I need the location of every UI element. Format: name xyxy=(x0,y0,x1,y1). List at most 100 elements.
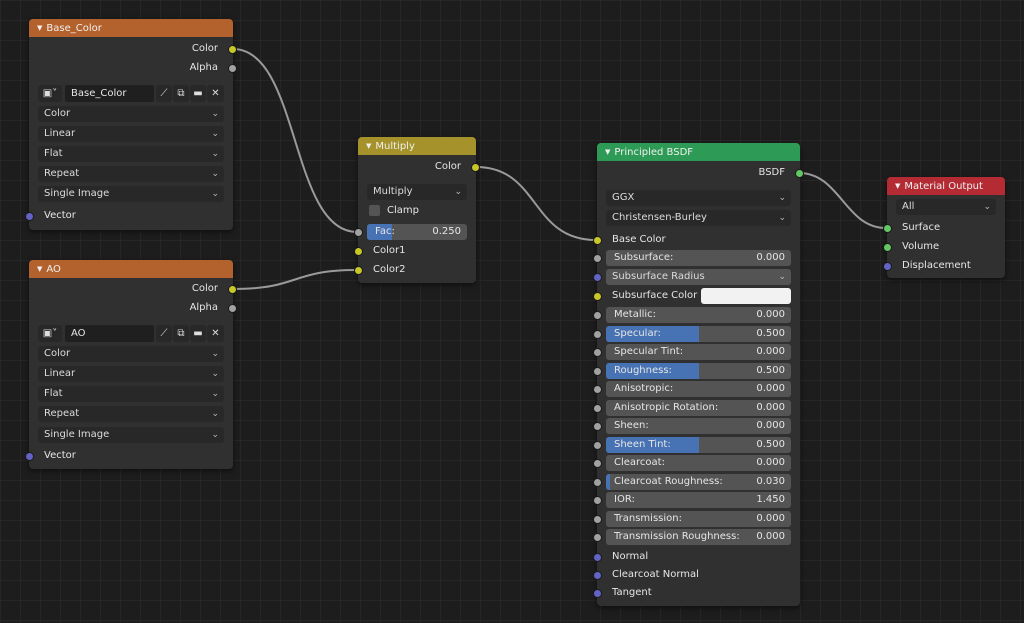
param-slider[interactable]: Anisotropic Rotation: 0.000 xyxy=(606,399,791,416)
image-name-field[interactable]: Base_Color xyxy=(65,85,154,102)
dropdown-value: Subsurface Radius xyxy=(612,271,705,282)
collapse-triangle-icon[interactable]: ▼ xyxy=(605,143,610,161)
target-dropdown[interactable]: All ⌄ xyxy=(896,199,996,215)
input-param-socket[interactable] xyxy=(593,533,602,542)
node-material-output[interactable]: ▼ Material Output All ⌄ Surface Volume Dis… xyxy=(883,177,1005,278)
input-displacement-socket[interactable] xyxy=(883,262,892,271)
fac-slider[interactable]: Fac: 0.250 xyxy=(367,224,467,240)
collapse-triangle-icon[interactable]: ▼ xyxy=(37,19,42,37)
input-vector-socket[interactable] xyxy=(25,212,34,221)
input-param-socket[interactable] xyxy=(593,329,602,339)
collapse-triangle-icon[interactable]: ▼ xyxy=(895,177,900,195)
input-fac-socket[interactable] xyxy=(354,228,363,237)
input-param-socket[interactable] xyxy=(593,385,602,394)
projection-dropdown[interactable]: Flat ⌄ xyxy=(38,386,224,402)
projection-dropdown[interactable]: Flat ⌄ xyxy=(38,146,224,162)
dropdown-value: Repeat xyxy=(44,168,80,179)
subsurface-color-swatch[interactable] xyxy=(701,288,791,304)
subsurface-radius-dropdown[interactable]: Subsurface Radius ⌄ xyxy=(606,269,791,285)
open-folder-icon[interactable]: ▬ xyxy=(190,325,206,342)
input-subsurface-radius-socket[interactable] xyxy=(593,273,602,282)
input-param-socket[interactable] xyxy=(593,422,602,431)
subsurface-method-dropdown[interactable]: Christensen-Burley ⌄ xyxy=(606,210,791,226)
open-folder-icon[interactable]: ▬ xyxy=(190,85,206,102)
color-space-dropdown[interactable]: Color ⌄ xyxy=(38,106,224,122)
clamp-checkbox[interactable] xyxy=(369,205,380,216)
chevron-down-icon: ⌄ xyxy=(778,193,786,203)
input-param-socket[interactable] xyxy=(593,514,602,524)
input-subsurface-socket[interactable] xyxy=(593,254,602,263)
param-slider[interactable]: Sheen: 0.000 xyxy=(606,418,791,434)
input-volume-socket[interactable] xyxy=(883,243,892,252)
input-param-socket[interactable] xyxy=(593,496,602,505)
input-subsurface-color-socket[interactable] xyxy=(593,292,602,301)
color-space-dropdown[interactable]: Color ⌄ xyxy=(38,346,224,362)
input-param-socket[interactable] xyxy=(593,459,602,468)
image-name-field[interactable]: AO xyxy=(65,325,154,342)
node-principled-bsdf[interactable]: ▼ Principled BSDF BSDF GGX ⌄ Christensen-B… xyxy=(593,143,804,606)
node-header[interactable]: ▼ Base_Color xyxy=(29,19,233,37)
node-base-color[interactable]: ▼ Base_Color Color Alpha ▣˅ Base_Color ⟋ … xyxy=(25,19,237,230)
param-slider[interactable]: Anisotropic: 0.000 xyxy=(606,381,791,397)
node-header[interactable]: ▼ Multiply xyxy=(358,137,476,155)
output-alpha-socket[interactable] xyxy=(228,304,237,313)
output-color-socket[interactable] xyxy=(471,163,480,172)
param-slider[interactable]: Clearcoat: 0.000 xyxy=(606,455,791,471)
node-header[interactable]: ▼ AO xyxy=(29,260,233,278)
param-slider[interactable]: Clearcoat Roughness: 0.030 xyxy=(606,473,791,490)
input-surface-socket[interactable] xyxy=(883,224,892,233)
input-param-socket[interactable] xyxy=(593,403,602,413)
input-color2-socket[interactable] xyxy=(354,266,363,275)
output-color-socket[interactable] xyxy=(228,45,237,54)
unlink-icon[interactable]: ✕ xyxy=(207,325,224,342)
subsurface-slider[interactable]: Subsurface: 0.000 xyxy=(606,250,791,266)
chevron-down-icon: ⌄ xyxy=(983,202,991,212)
distribution-dropdown[interactable]: GGX ⌄ xyxy=(606,190,791,206)
input-base-color-socket[interactable] xyxy=(593,236,602,245)
collapse-triangle-icon[interactable]: ▼ xyxy=(37,260,42,278)
param-slider[interactable]: Specular Tint: 0.000 xyxy=(606,344,791,360)
source-dropdown[interactable]: Single Image ⌄ xyxy=(38,427,224,443)
input-tangent-socket[interactable] xyxy=(593,589,602,598)
param-slider[interactable]: Transmission Roughness: 0.000 xyxy=(606,529,791,545)
input-param-row: Clearcoat: 0.000 xyxy=(593,454,800,472)
source-dropdown[interactable]: Single Image ⌄ xyxy=(38,186,224,202)
extension-dropdown[interactable]: Repeat ⌄ xyxy=(38,166,224,182)
output-alpha-socket[interactable] xyxy=(228,64,237,73)
input-param-socket[interactable] xyxy=(593,440,602,450)
node-header[interactable]: ▼ Principled BSDF xyxy=(597,143,800,161)
new-image-icon[interactable]: ⧉ xyxy=(173,325,189,342)
browse-image-icon[interactable]: ▣˅ xyxy=(38,325,62,342)
interpolation-dropdown[interactable]: Linear ⌄ xyxy=(38,366,224,382)
param-slider[interactable]: Transmission: 0.000 xyxy=(606,510,791,527)
node-ao[interactable]: ▼ AO Color Alpha ▣˅ AO ⟋ ⧉ ▬ ✕ Color ⌄ Lin… xyxy=(25,260,237,469)
extension-dropdown[interactable]: Repeat ⌄ xyxy=(38,406,224,422)
blend-mode-dropdown[interactable]: Multiply ⌄ xyxy=(367,184,467,200)
input-clearcoat-normal-socket[interactable] xyxy=(593,571,602,580)
param-slider[interactable]: Sheen Tint: 0.500 xyxy=(606,436,791,453)
param-slider[interactable]: Roughness: 0.500 xyxy=(606,362,791,379)
input-param-socket[interactable] xyxy=(593,311,602,320)
input-normal-label: Normal xyxy=(612,551,649,562)
input-color1-socket[interactable] xyxy=(354,247,363,256)
input-param-socket[interactable] xyxy=(593,366,602,376)
param-slider[interactable]: IOR: 1.450 xyxy=(606,492,791,508)
unlink-icon[interactable]: ✕ xyxy=(207,85,224,102)
output-bsdf-socket[interactable] xyxy=(795,169,804,178)
input-vector-socket[interactable] xyxy=(25,452,34,461)
fake-user-icon[interactable]: ⟋ xyxy=(156,325,172,342)
output-color-socket[interactable] xyxy=(228,285,237,294)
node-header[interactable]: ▼ Material Output xyxy=(887,177,1005,195)
collapse-triangle-icon[interactable]: ▼ xyxy=(366,137,371,155)
browse-image-icon[interactable]: ▣˅ xyxy=(38,85,62,102)
param-slider[interactable]: Specular: 0.500 xyxy=(606,325,791,342)
input-normal-socket[interactable] xyxy=(593,553,602,562)
node-multiply[interactable]: ▼ Multiply Color Multiply ⌄ Clamp Fac: 0.2… xyxy=(354,137,480,283)
fake-user-icon[interactable]: ⟋ xyxy=(156,85,172,102)
interpolation-dropdown[interactable]: Linear ⌄ xyxy=(38,126,224,142)
param-label: Clearcoat: xyxy=(614,457,665,468)
input-param-socket[interactable] xyxy=(593,348,602,357)
input-param-socket[interactable] xyxy=(593,477,602,487)
param-slider[interactable]: Metallic: 0.000 xyxy=(606,307,791,323)
new-image-icon[interactable]: ⧉ xyxy=(173,85,189,102)
